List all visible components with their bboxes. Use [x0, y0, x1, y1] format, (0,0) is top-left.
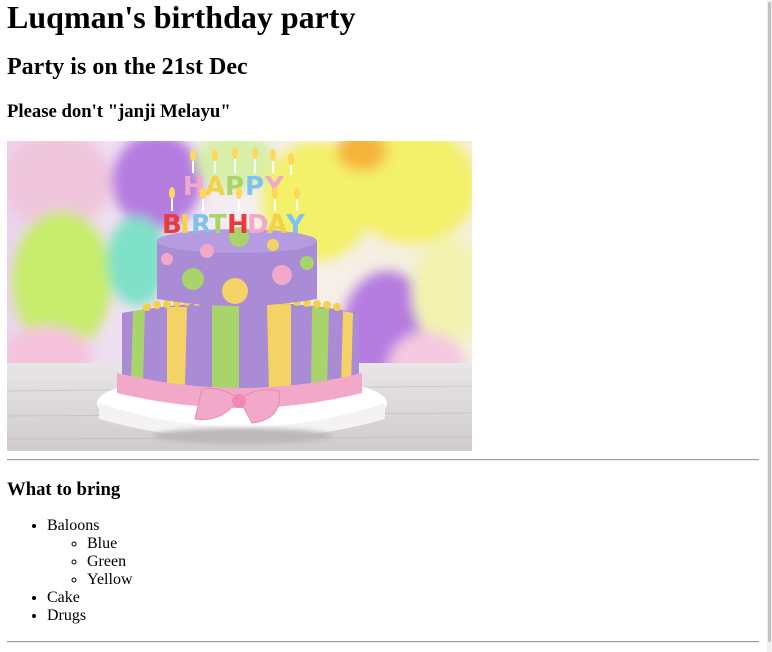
svg-text:P: P [225, 172, 244, 202]
list-item-label: Baloons [47, 517, 100, 534]
party-note: Please don't "janji Melayu" [7, 101, 231, 122]
page-title: Luqman's birthday party [7, 0, 356, 35]
party-date-heading: Party is on the 21st Dec [7, 54, 248, 80]
list-item: Baloons Blue Green Yellow [47, 517, 767, 589]
bring-heading: What to bring [7, 479, 121, 500]
list-item: Blue [87, 535, 767, 553]
divider-top [7, 459, 759, 461]
svg-text:P: P [245, 172, 264, 202]
svg-text:I: I [180, 210, 190, 240]
scrollbar-thumb[interactable] [768, 2, 771, 642]
list-item: Yellow [87, 571, 767, 589]
bring-list: Baloons Blue Green Yellow Cake Drugs [7, 517, 767, 625]
birthday-cake-image: H A P P Y . B I R T H D A Y [7, 141, 472, 451]
svg-text:A: A [267, 210, 287, 240]
svg-text:H: H [227, 210, 249, 240]
list-item: Cake [47, 589, 767, 607]
page-body: Luqman's birthday party Party is on the … [0, 0, 767, 652]
divider-bottom [7, 641, 759, 643]
list-item: Drugs [47, 607, 767, 625]
list-item: Green [87, 553, 767, 571]
svg-text:A: A [205, 172, 225, 202]
svg-text:Y: Y [285, 210, 306, 240]
svg-text:B: B [162, 210, 182, 240]
balloon-colors-list: Blue Green Yellow [47, 535, 767, 589]
svg-text:D: D [247, 210, 269, 240]
vertical-scrollbar[interactable] [767, 0, 772, 652]
svg-text:T: T [209, 210, 227, 240]
